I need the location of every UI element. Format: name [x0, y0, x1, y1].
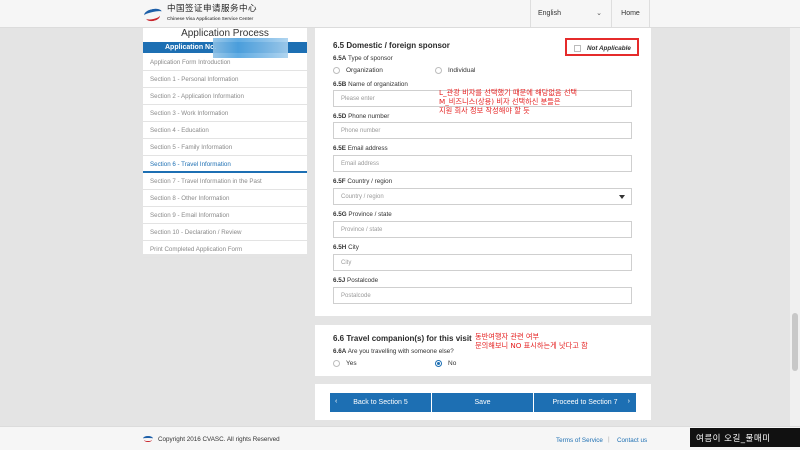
proceed-button[interactable]: Proceed to Section 7 ›	[534, 393, 636, 412]
country-select-value: Country / region	[341, 194, 384, 200]
korean-annotation-companion: 동반여행자 관련 여부 문의해보니 NO 표시하는게 낫다고 함	[475, 332, 588, 350]
caret-down-icon	[619, 195, 625, 199]
logo-swoosh-icon	[143, 435, 153, 443]
contact-link[interactable]: Contact us	[617, 437, 647, 444]
korean-annotation-sponsor: L_관광 비자를 선택했기 때문에 해당없음 선택 M_비즈니스(상용) 비자 …	[439, 88, 578, 115]
sidebar-item-section-3[interactable]: Section 3 - Work Information	[143, 105, 307, 122]
radio-individual-label: Individual	[448, 67, 476, 74]
sidebar-item-print[interactable]: Print Completed Application Form	[143, 241, 307, 258]
country-select[interactable]: Country / region	[333, 188, 632, 205]
home-link[interactable]: Home	[612, 0, 650, 27]
sidebar-item-section-10[interactable]: Section 10 - Declaration / Review	[143, 224, 307, 241]
province-label: 6.5G Province / state	[333, 211, 392, 218]
city-input[interactable]: City	[333, 254, 632, 271]
chevron-down-icon: ⌄	[596, 10, 602, 17]
companion-question: 6.6A Are you travelling with someone els…	[333, 348, 454, 355]
application-number-bar: Application No.	[143, 38, 307, 58]
province-input[interactable]: Province / state	[333, 221, 632, 238]
proceed-button-label: Proceed to Section 7	[552, 399, 618, 406]
radio-yes-label: Yes	[346, 360, 357, 367]
companion-section-title: 6.6 Travel companion(s) for this visit	[333, 334, 472, 343]
companion-panel: 6.6 Travel companion(s) for this visit 6…	[315, 325, 651, 376]
cvasc-logo[interactable]: 中国签证申请服务中心 Chinese Visa Application Serv…	[143, 4, 257, 24]
footer-separator: |	[608, 436, 610, 443]
postal-input[interactable]: Postalcode	[333, 287, 632, 304]
sidebar-item-section-7[interactable]: Section 7 - Travel Information in the Pa…	[143, 173, 307, 190]
sidebar-item-section-4[interactable]: Section 4 - Education	[143, 122, 307, 139]
vertical-scrollbar[interactable]	[790, 28, 800, 426]
top-header: 中国签证申请服务中心 Chinese Visa Application Serv…	[0, 0, 800, 28]
radio-organization-label: Organization	[346, 67, 383, 74]
sidebar-item-section-6[interactable]: Section 6 - Travel Information	[143, 156, 307, 173]
not-applicable-label: Not Applicable	[587, 45, 631, 52]
country-label: 6.5F Country / region	[333, 178, 393, 185]
phone-label: 6.5D Phone number	[333, 113, 390, 120]
not-applicable-checkbox[interactable]: Not Applicable	[565, 38, 639, 56]
copyright-notice: Copyright 2016 CVASC. All rights Reserve…	[143, 435, 280, 443]
application-sidebar: Application Process Application No. Appl…	[143, 28, 307, 258]
postal-label: 6.5J Postalcode	[333, 277, 379, 284]
radio-circle-icon[interactable]	[333, 67, 340, 74]
radio-yes[interactable]: Yes	[333, 360, 357, 367]
email-input[interactable]: Email address	[333, 155, 632, 172]
sidebar-item-section-1[interactable]: Section 1 - Personal Information	[143, 71, 307, 88]
radio-individual[interactable]: Individual	[435, 67, 475, 74]
chevron-right-icon: ›	[627, 398, 630, 405]
copyright-text: Copyright 2016 CVASC. All rights Reserve…	[158, 435, 280, 443]
radio-no-label: No	[448, 360, 457, 367]
section-navigation: ‹ Back to Section 5 Save Proceed to Sect…	[315, 384, 651, 420]
page-footer: Copyright 2016 CVASC. All rights Reserve…	[0, 426, 800, 450]
language-dropdown[interactable]: English ⌄	[530, 0, 612, 27]
logo-english-text: Chinese Visa Application Service Center	[167, 16, 254, 21]
blog-watermark: 여름이 오길_물매미	[690, 428, 800, 447]
radio-circle-icon[interactable]	[435, 67, 442, 74]
back-button[interactable]: ‹ Back to Section 5	[330, 393, 431, 412]
email-label: 6.5E Email address	[333, 145, 388, 152]
radio-no[interactable]: No	[435, 360, 456, 367]
radio-organization[interactable]: Organization	[333, 67, 383, 74]
sidebar-item-section-8[interactable]: Section 8 - Other Information	[143, 190, 307, 207]
sidebar-item-section-9[interactable]: Section 9 - Email Information	[143, 207, 307, 224]
sidebar-item-section-5[interactable]: Section 5 - Family Information	[143, 139, 307, 156]
sponsor-section-title: 6.5 Domestic / foreign sponsor	[333, 41, 450, 50]
sidebar-item-section-2[interactable]: Section 2 - Application Information	[143, 88, 307, 105]
save-button-label: Save	[474, 399, 491, 406]
back-button-label: Back to Section 5	[353, 399, 408, 406]
chevron-left-icon: ‹	[335, 398, 338, 405]
save-button[interactable]: Save	[432, 393, 533, 412]
terms-link[interactable]: Terms of Service	[556, 437, 603, 444]
radio-circle-icon[interactable]	[333, 360, 340, 367]
application-number-label: Application No.	[165, 44, 217, 51]
org-name-label: 6.5B Name of organization	[333, 81, 408, 88]
logo-swoosh-icon	[143, 4, 163, 24]
phone-input[interactable]: Phone number	[333, 122, 632, 139]
sponsor-panel: 6.5 Domestic / foreign sponsor Not Appli…	[315, 28, 651, 316]
logo-chinese-text: 中国签证申请服务中心	[167, 4, 258, 14]
scrollbar-thumb[interactable]	[792, 313, 798, 371]
radio-selected-icon[interactable]	[435, 360, 442, 367]
checkbox-icon[interactable]	[574, 45, 581, 52]
redacted-number	[213, 38, 288, 58]
sponsor-type-label: 6.5A Type of sponsor	[333, 55, 393, 62]
language-label: English	[538, 10, 561, 17]
city-label: 6.5H City	[333, 244, 359, 251]
